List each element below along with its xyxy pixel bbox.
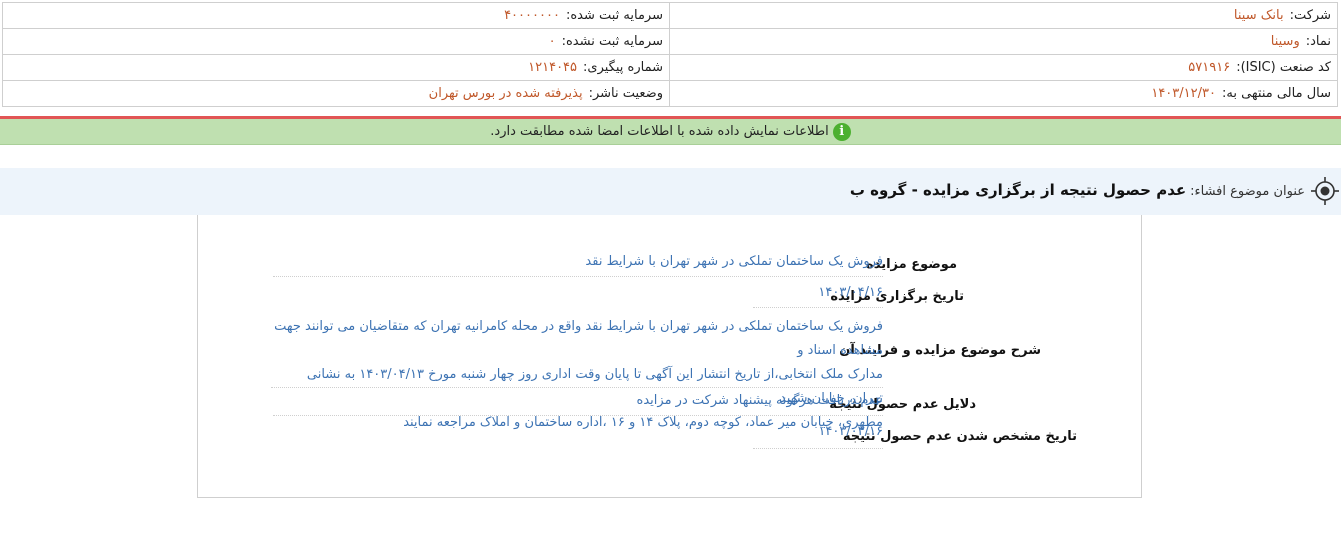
tracking-number-value: ۱۲۱۴۰۴۵ <box>528 60 578 75</box>
company-label: شرکت: <box>1289 8 1331 23</box>
info-cell: شرکت: بانک سینا <box>669 2 1338 29</box>
isic-label: کد صنعت (ISIC): <box>1236 60 1331 75</box>
symbol-label: نماد: <box>1305 34 1331 49</box>
unregistered-capital-value: ۰ <box>548 34 556 49</box>
disclosure-title-bar: عنوان موضوع افشاء:عدم حصول نتیجه از برگز… <box>0 168 1341 215</box>
info-row: نماد: وسینا سرمایه ثبت نشده: ۰ <box>2 28 1338 55</box>
publisher-status-label: وضعیت ناشر: <box>588 86 663 101</box>
failure-reasons-value: عدم دریافت هرگونه پیشنهاد شرکت در مزایده <box>273 393 883 416</box>
title-value: عدم حصول نتیجه از برگزاری مزایده - گروه … <box>849 181 1187 199</box>
fiscal-year-label: سال مالی منتهی به: <box>1221 86 1331 101</box>
title-label: عنوان موضوع افشاء: <box>1190 184 1305 199</box>
info-cell: سرمایه ثبت نشده: ۰ <box>2 28 670 55</box>
info-cell: کد صنعت (ISIC): ۵۷۱۹۱۶ <box>669 54 1338 81</box>
notice-text: اطلاعات نمایش داده شده با اطلاعات امضا ش… <box>490 124 829 139</box>
info-row: شرکت: بانک سینا سرمایه ثبت شده: ۴۰۰۰۰۰۰۰ <box>2 2 1338 29</box>
info-cell: شماره پیگیری: ۱۲۱۴۰۴۵ <box>2 54 670 81</box>
info-cell: وضعیت ناشر: پذیرفته شده در بورس تهران <box>2 80 670 107</box>
description-line: فروش یک ساختمان تملکی در شهر تهران با شر… <box>274 319 883 358</box>
company-info-table: شرکت: بانک سینا سرمایه ثبت شده: ۴۰۰۰۰۰۰۰ ن… <box>2 2 1338 107</box>
info-cell: نماد: وسینا <box>669 28 1338 55</box>
auction-date-value: ۱۴۰۳/۰۴/۱۶ <box>753 285 883 308</box>
info-row: کد صنعت (ISIC): ۵۷۱۹۱۶ شماره پیگیری: ۱۲۱۴۰… <box>2 54 1338 81</box>
info-row: سال مالی منتهی به: ۱۴۰۳/۱۲/۳۰ وضعیت ناشر:… <box>2 80 1338 107</box>
tracking-number-label: شماره پیگیری: <box>583 60 663 75</box>
auction-description-value: فروش یک ساختمان تملکی در شهر تهران با شر… <box>271 315 883 430</box>
disclosure-title: عنوان موضوع افشاء:عدم حصول نتیجه از برگز… <box>850 168 1305 214</box>
company-value[interactable]: بانک سینا <box>1234 8 1284 23</box>
info-cell: سرمایه ثبت شده: ۴۰۰۰۰۰۰۰ <box>2 2 670 29</box>
info-cell: سال مالی منتهی به: ۱۴۰۳/۱۲/۳۰ <box>669 80 1338 107</box>
failure-date-value: ۱۴۰۳/۰۴/۱۶ <box>753 424 883 449</box>
unregistered-capital-label: سرمایه ثبت نشده: <box>561 34 663 49</box>
registered-capital-value: ۴۰۰۰۰۰۰۰ <box>504 8 560 23</box>
auction-subject-value: فروش یک ساختمان تملکی در شهر تهران با شر… <box>273 254 883 277</box>
publisher-status-value: پذیرفته شده در بورس تهران <box>428 86 583 101</box>
target-icon <box>1311 177 1339 205</box>
fiscal-year-value: ۱۴۰۳/۱۲/۳۰ <box>1151 86 1216 101</box>
verification-notice: iاطلاعات نمایش داده شده با اطلاعات امضا … <box>0 119 1341 145</box>
symbol-value[interactable]: وسینا <box>1271 34 1300 49</box>
info-icon: i <box>832 122 851 141</box>
registered-capital-label: سرمایه ثبت شده: <box>565 8 663 23</box>
isic-value: ۵۷۱۹۱۶ <box>1188 60 1231 75</box>
